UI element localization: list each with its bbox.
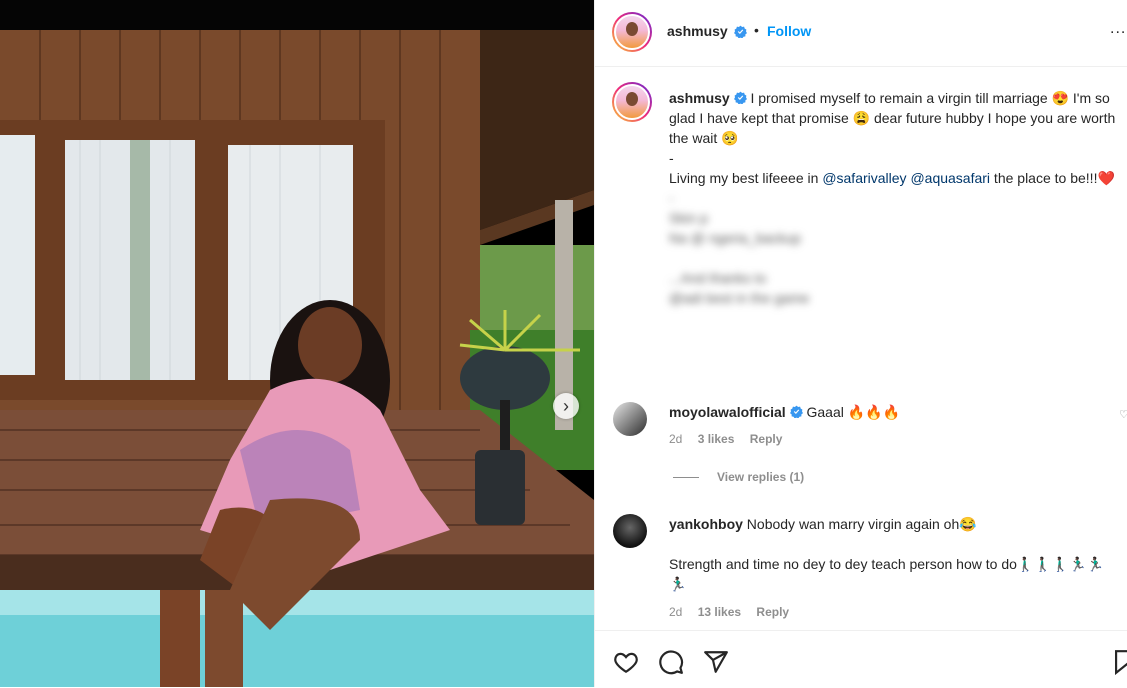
comment-text: Gaaal 🔥🔥🔥 [806, 404, 901, 420]
comment-likes[interactable]: 13 likes [698, 605, 741, 619]
comment-body: yankohboy Nobody wan marry virgin again … [669, 514, 1119, 594]
caption-dash: - [669, 150, 674, 166]
reply-button[interactable]: Reply [750, 432, 783, 446]
commenter-avatar[interactable] [613, 402, 647, 436]
commenter-avatar[interactable] [613, 514, 647, 548]
post-side-panel: ashmusy • Follow ... ashmusy I promised … [594, 0, 1127, 687]
commenter-username[interactable]: moyolawalofficial [669, 404, 786, 420]
caption-line-2-suffix: the place to be!!!❤️ [990, 170, 1115, 186]
caption-dash: - [669, 190, 674, 206]
post-photo[interactable]: › [0, 0, 594, 687]
author-avatar[interactable] [612, 12, 652, 52]
verified-badge-icon [734, 25, 747, 38]
heart-icon[interactable] [613, 649, 639, 675]
view-replies-label: View replies (1) [717, 470, 805, 484]
blurred-caption-line: ...And thanks to [669, 270, 767, 286]
comment-time: 2d [669, 432, 683, 446]
comment-text: Nobody wan marry virgin again oh😂 [746, 516, 977, 532]
more-icon[interactable]: ... [1110, 20, 1126, 38]
verified-badge-icon [789, 405, 803, 418]
verified-badge-icon [733, 91, 747, 104]
comment-icon[interactable] [658, 649, 684, 675]
header-separator: • [754, 22, 759, 38]
comment-meta: 2d 3 likes Reply [669, 432, 794, 446]
mention-link[interactable]: @safarivalley [822, 170, 906, 186]
comment-item: yankohboy Nobody wan marry virgin again … [595, 512, 1127, 622]
blurred-caption-line: Na @ ngeria_backup [669, 230, 801, 246]
comment-body: moyolawalofficial Gaaal 🔥🔥🔥 [669, 402, 1119, 422]
replies-divider [673, 477, 699, 479]
bookmark-icon[interactable] [1115, 649, 1127, 675]
follow-button[interactable]: Follow [767, 23, 811, 39]
author-username[interactable]: ashmusy [667, 23, 728, 39]
caption-avatar[interactable] [612, 82, 652, 122]
photo-top-bar [0, 0, 594, 30]
post-header: ashmusy • Follow ... [595, 0, 1127, 67]
view-replies-button[interactable]: View replies (1) [673, 470, 804, 484]
chevron-right-icon: › [563, 395, 569, 416]
photo-scene [0, 30, 594, 687]
heart-icon[interactable]: ♡ [1119, 408, 1127, 421]
comment-text: Strength and time no dey to dey teach pe… [669, 556, 1105, 592]
caption-username[interactable]: ashmusy [669, 90, 730, 106]
post-actions-bar [595, 630, 1127, 688]
reply-button[interactable]: Reply [756, 605, 789, 619]
caption-line-2-prefix: Living my best lifeeee in [669, 170, 823, 186]
mention-link[interactable]: @aquasafari [910, 170, 990, 186]
comment-time: 2d [669, 605, 683, 619]
commenter-username[interactable]: yankohboy [669, 516, 743, 532]
comment-likes[interactable]: 3 likes [698, 432, 735, 446]
blurred-caption-line: Skin p [669, 210, 708, 226]
post-caption: ashmusy I promised myself to remain a vi… [669, 88, 1125, 308]
comment-meta: 2d 13 likes Reply [669, 605, 801, 619]
next-photo-button[interactable]: › [553, 393, 579, 419]
share-icon[interactable] [703, 649, 729, 675]
blurred-caption-line: @adi best in the game [669, 290, 810, 306]
